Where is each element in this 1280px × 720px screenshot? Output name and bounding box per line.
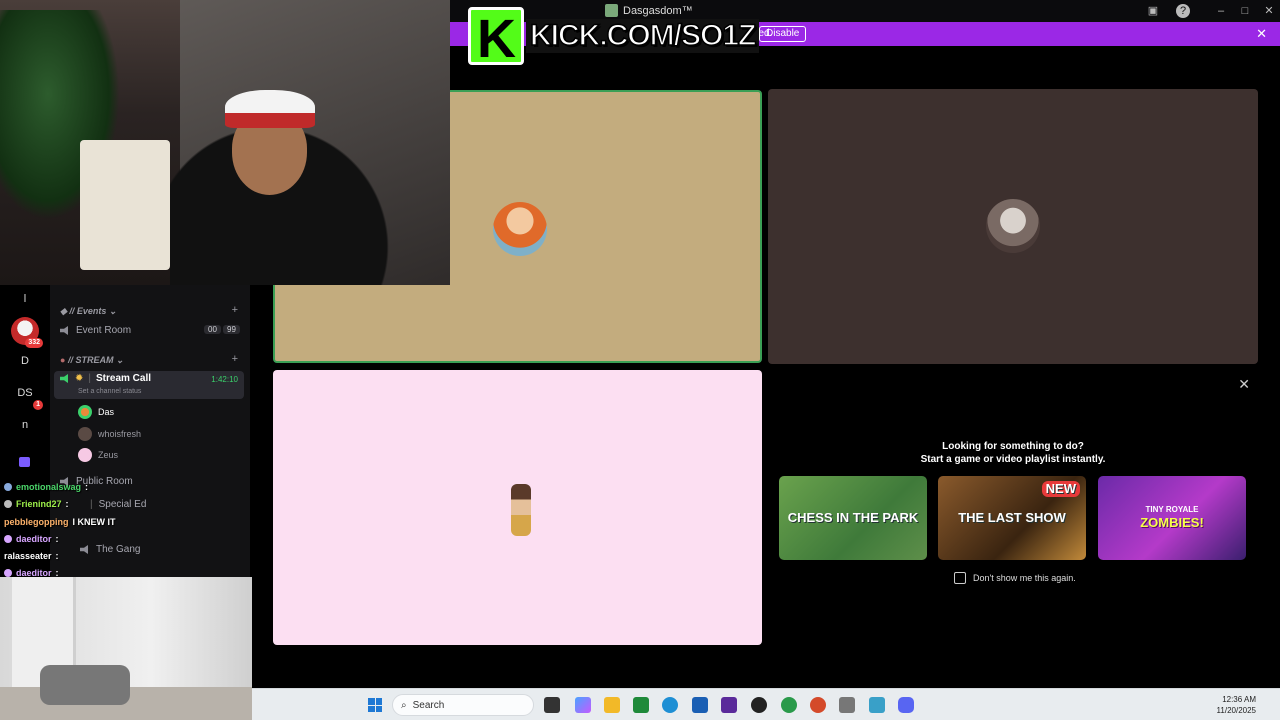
room-webcam [0, 577, 252, 720]
chat-message: ralasseater: [4, 551, 59, 561]
add-channel-icon[interactable]: + [232, 353, 238, 365]
discord-icon[interactable] [898, 697, 914, 713]
chat-badge-icon [4, 569, 12, 577]
game-title: THE LAST SHOW [958, 510, 1066, 525]
clock-time: 12:36 AM [1222, 695, 1256, 704]
close-icon[interactable]: ✕ [1238, 376, 1250, 393]
game-card-chess[interactable]: CHESS IN THE PARK [779, 476, 927, 560]
server-item[interactable]: 332 [11, 317, 43, 348]
kick-logo-icon [468, 7, 524, 70]
clock-date: 11/20/2025 [1216, 706, 1256, 715]
settings-icon[interactable] [839, 697, 855, 713]
folder-icon[interactable] [19, 457, 30, 467]
banner-close-icon[interactable]: ✕ [1256, 26, 1267, 42]
speaker-icon [60, 374, 68, 383]
copilot-icon[interactable] [575, 697, 591, 713]
server-item[interactable]: l [11, 285, 39, 313]
screen-share-icon[interactable]: ▣ [1146, 4, 1160, 18]
chat-message: Frienind27: [4, 499, 69, 509]
voice-user[interactable]: whoisfresh [78, 427, 141, 441]
game-title: CHESS IN THE PARK [787, 510, 919, 525]
chrome-profile-icon[interactable] [810, 697, 826, 713]
clock[interactable]: 12:36 AM 11/20/2025 [1217, 694, 1256, 716]
voice-tile[interactable] [768, 89, 1258, 364]
webcam-person-hat [225, 90, 315, 128]
stream-chat-overlay: emotionalswag: Frienind27: pebblegopping… [0, 482, 200, 582]
user-avatar-sprite [511, 484, 531, 536]
server-item[interactable]: DS 1 [11, 379, 43, 410]
chat-message: pebblegopping I KNEW IT [4, 517, 116, 527]
dont-show-label: Don't show me this again. [973, 573, 1076, 583]
app-icon[interactable] [721, 697, 737, 713]
disable-button[interactable]: Disable [759, 26, 807, 42]
search-placeholder: Search [412, 699, 445, 711]
channel-status[interactable]: Set a channel status [78, 388, 141, 395]
taskbar: ⌕ Search 12:36 AM 11/20/2025 [252, 688, 1280, 720]
windows-start-icon[interactable] [368, 698, 382, 712]
channel-event-room[interactable]: Event Room [60, 325, 131, 336]
game-subtitle: TINY ROYALE [1145, 504, 1199, 514]
channel-name: Stream Call [96, 373, 152, 384]
game-card-zombies[interactable]: TINY ROYALE ZOMBIES! [1098, 476, 1246, 560]
user-avatar [78, 405, 92, 419]
edge-icon[interactable] [662, 697, 678, 713]
help-icon[interactable]: ? [1176, 4, 1190, 18]
maximize-icon[interactable]: □ [1238, 4, 1252, 18]
category-stream[interactable]: ● // STREAM ⌄ [60, 355, 124, 366]
webcam-chair [80, 140, 170, 270]
new-badge: NEW [1041, 481, 1080, 497]
user-count: 00 [204, 325, 221, 334]
activity-panel: ✕ Looking for something to do? Start a g… [768, 370, 1258, 645]
kick-overlay: KICK.COM/SO1Z [468, 6, 760, 70]
channel-stream-call[interactable]: ✹ | Stream Call 1:42:10 Set a channel st… [54, 371, 244, 399]
dont-show-checkbox[interactable] [954, 572, 966, 584]
room-chair [40, 665, 130, 705]
user-avatar [986, 199, 1040, 253]
dont-show-option[interactable]: Don't show me this again. [954, 572, 1076, 584]
voice-user[interactable]: Das [78, 405, 114, 419]
screen: Dasgasdom™ ▣ ? – □ ✕ uncated. Disable ✕ … [0, 0, 1280, 720]
kick-url: KICK.COM/SO1Z [526, 18, 760, 53]
activity-title: Looking for something to do? Start a gam… [768, 440, 1258, 466]
chat-message: daeditor: [4, 534, 59, 544]
add-channel-icon[interactable]: + [232, 304, 238, 316]
chrome-icon[interactable] [781, 697, 797, 713]
obs-icon[interactable] [751, 697, 767, 713]
streamer-webcam [0, 0, 450, 285]
store-icon[interactable] [692, 697, 708, 713]
xbox-icon[interactable] [633, 697, 649, 713]
task-view-icon[interactable] [544, 697, 560, 713]
sun-icon: ✹ [75, 373, 84, 384]
speaker-icon [60, 326, 68, 335]
server-item[interactable]: n [11, 411, 39, 439]
close-window-icon[interactable]: ✕ [1262, 4, 1276, 18]
voice-tile[interactable] [273, 370, 762, 645]
user-avatar [78, 427, 92, 441]
user-avatar [78, 448, 92, 462]
server-item[interactable]: D [11, 347, 39, 375]
voice-user[interactable]: Zeus [78, 448, 118, 462]
minimize-icon[interactable]: – [1214, 4, 1228, 18]
taskbar-search[interactable]: ⌕ Search [392, 694, 534, 716]
chat-badge-icon [4, 483, 12, 491]
user-avatar [493, 202, 547, 256]
chat-message: emotionalswag: [4, 482, 88, 492]
app-icon[interactable] [869, 697, 885, 713]
call-timer: 1:42:10 [211, 375, 238, 384]
mention-badge: 1 [33, 400, 43, 410]
chat-badge-icon [4, 500, 12, 508]
category-events[interactable]: ◆ // Events ⌄ [60, 306, 116, 317]
chat-badge-icon [4, 535, 12, 543]
activity-title-line1: Looking for something to do? [942, 441, 1084, 452]
search-icon: ⌕ [401, 699, 407, 711]
activity-title-line2: Start a game or video playlist instantly… [920, 454, 1106, 465]
file-explorer-icon[interactable] [604, 697, 620, 713]
game-title: ZOMBIES! [1140, 514, 1204, 530]
user-limit: 99 [223, 325, 240, 334]
game-card-last-show[interactable]: THE LAST SHOW NEW [938, 476, 1086, 560]
